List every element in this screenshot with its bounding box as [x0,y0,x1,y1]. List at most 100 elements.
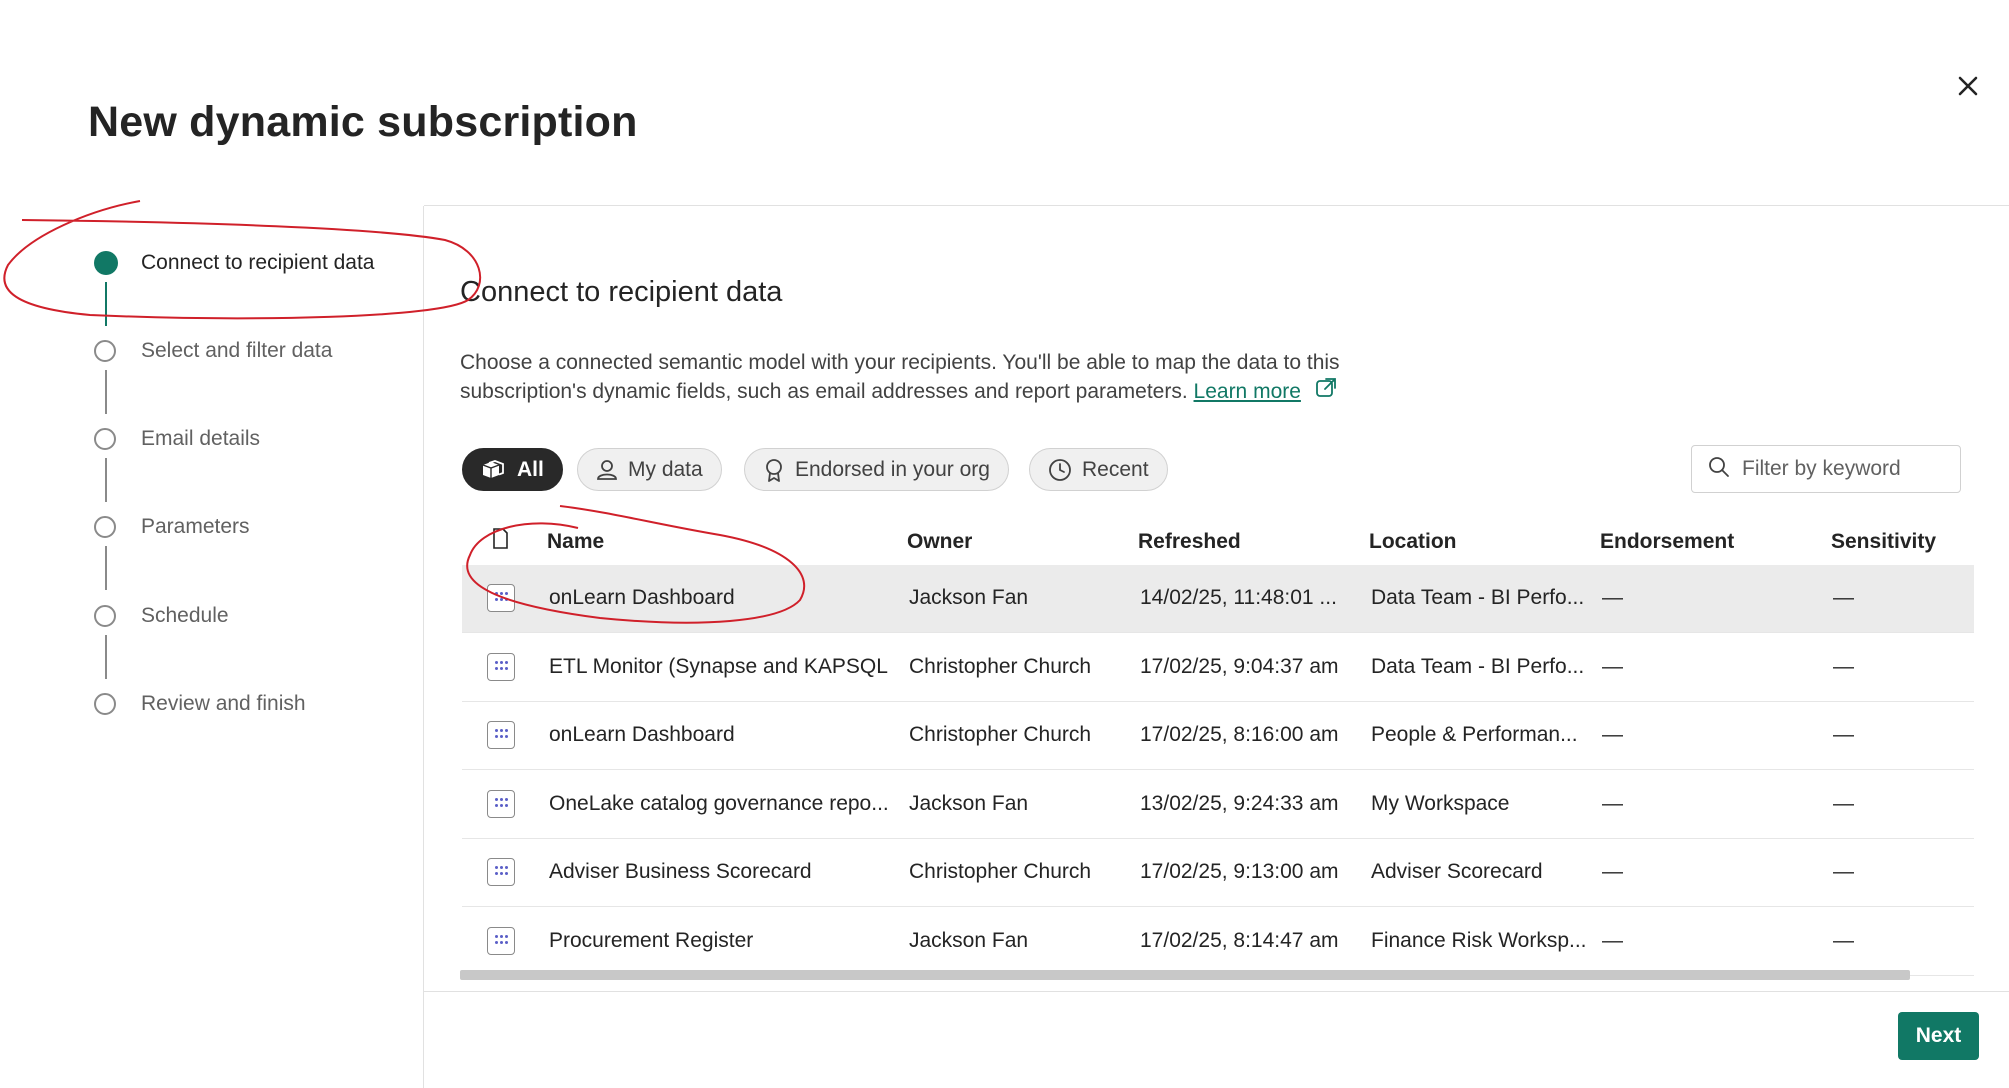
ribbon-icon [763,458,785,482]
cell-endorsement: — [1602,791,1623,815]
next-button[interactable]: Next [1898,1012,1979,1060]
table-row[interactable]: Adviser Business Scorecard Christopher Ch… [462,839,1974,907]
filter-chip-all[interactable]: All [462,448,563,491]
close-button[interactable] [1952,70,1984,102]
cell-location: Adviser Scorecard [1371,860,1543,883]
cell-refreshed: 13/02/25, 9:24:33 am [1140,791,1339,815]
step-parameters[interactable]: Parameters [94,513,250,541]
filter-chip-label: All [517,457,544,481]
step-select-filter-data[interactable]: Select and filter data [94,337,332,365]
cell-endorsement: — [1602,654,1623,678]
cell-sensitivity: — [1833,654,1854,678]
cell-owner: Jackson Fan [909,928,1029,952]
cell-sensitivity: — [1833,723,1854,746]
semantic-model-icon [487,926,515,955]
filter-chip-my-data[interactable]: My data [577,448,722,491]
step-label: Select and filter data [141,339,333,362]
table-row[interactable]: Procurement Register Jackson Fan 17/02/25,… [462,908,1974,976]
cell-name[interactable]: Adviser Business Scorecard [549,860,812,884]
column-header-sensitivity[interactable]: Sensitivity [1831,530,1936,554]
cell-sensitivity: — [1833,791,1854,815]
filter-search-box[interactable] [1691,445,1961,493]
step-label: Schedule [141,604,229,627]
person-icon [596,458,618,482]
semantic-model-icon [487,584,515,612]
table-header: Name Owner Refreshed Location Endorsemen… [462,524,1974,564]
cell-refreshed: 17/02/25, 9:04:37 am [1140,654,1339,678]
semantic-model-icon [487,858,515,886]
open-external-icon [1315,377,1337,407]
step-connect-recipient-data[interactable]: Connect to recipient data [94,249,374,277]
cell-name[interactable]: onLearn Dashboard [549,586,735,610]
step-indicator [94,340,116,362]
step-label: Review and finish [141,692,306,715]
filter-chip-label: Recent [1082,457,1149,481]
cell-refreshed: 17/02/25, 8:14:47 am [1140,928,1339,952]
dialog-title: New dynamic subscription [88,98,638,146]
column-header-location[interactable]: Location [1369,530,1457,554]
column-header-owner[interactable]: Owner [907,530,972,554]
step-indicator [94,605,116,627]
cell-endorsement: — [1602,586,1623,609]
step-connector [105,370,107,414]
table-row[interactable]: ETL Monitor (Synapse and KAPSQL... Christ… [462,634,1974,702]
table-row[interactable]: onLearn Dashboard Jackson Fan 14/02/25, 11… [462,565,1974,633]
horizontal-scrollbar[interactable] [460,970,1910,980]
clock-icon [1048,458,1072,482]
cell-location: Data Team - BI Perfo... [1371,654,1585,678]
column-header-name[interactable]: Name [547,530,604,554]
step-indicator [94,693,116,715]
cell-endorsement: — [1602,928,1623,952]
cube-stack-icon [481,459,507,481]
footer-divider [424,991,2009,992]
step-email-details[interactable]: Email details [94,425,260,453]
section-title: Connect to recipient data [460,276,783,308]
file-type-icon [491,528,509,556]
learn-more-link[interactable]: Learn more [1194,380,1301,403]
filter-chip-label: My data [628,457,703,481]
cell-sensitivity: — [1833,928,1854,952]
step-label: Parameters [141,515,250,538]
semantic-model-icon [487,652,515,681]
filter-chip-recent[interactable]: Recent [1029,448,1168,491]
cell-name[interactable]: onLearn Dashboard [549,723,735,747]
cell-location: Finance Risk Worksp... [1371,928,1587,952]
table-row[interactable]: onLearn Dashboard Christopher Church 17/02… [462,702,1974,770]
close-icon [1958,76,1978,96]
cell-name[interactable]: OneLake catalog governance repo... [549,792,889,816]
cell-owner: Christopher Church [909,860,1092,883]
step-connector [105,546,107,590]
table-row[interactable]: OneLake catalog governance repo... Jackso… [462,771,1974,839]
cell-name[interactable]: ETL Monitor (Synapse and KAPSQL... [549,655,889,679]
cell-sensitivity: — [1833,860,1854,883]
cell-refreshed: 14/02/25, 11:48:01 ... [1140,586,1337,609]
cell-owner: Jackson Fan [909,791,1029,815]
cell-refreshed: 17/02/25, 8:16:00 am [1140,723,1339,746]
cell-refreshed: 17/02/25, 9:13:00 am [1140,860,1339,883]
cell-owner: Christopher Church [909,654,1092,678]
filter-chip-endorsed[interactable]: Endorsed in your org [744,448,1009,491]
step-connector [105,458,107,502]
step-indicator [94,428,116,450]
cell-owner: Jackson Fan [909,586,1029,609]
column-header-endorsement[interactable]: Endorsement [1600,530,1734,554]
cell-name[interactable]: Procurement Register [549,929,753,953]
step-label: Email details [141,427,261,450]
step-label: Connect to recipient data [141,251,375,274]
semantic-model-icon [487,789,515,818]
step-schedule[interactable]: Schedule [94,602,229,630]
cell-location: People & Performan... [1371,723,1578,746]
search-icon [1708,456,1730,483]
search-input[interactable] [1740,456,1944,482]
semantic-model-icon [487,721,515,749]
column-header-refreshed[interactable]: Refreshed [1138,530,1241,554]
header-divider [424,205,2009,206]
step-indicator [94,516,116,538]
step-connector [105,635,107,679]
cell-location: My Workspace [1371,791,1510,815]
cell-endorsement: — [1602,723,1623,746]
step-indicator [94,251,118,275]
cell-owner: Christopher Church [909,723,1092,746]
filter-chip-label: Endorsed in your org [795,457,990,481]
step-review-finish[interactable]: Review and finish [94,690,306,718]
